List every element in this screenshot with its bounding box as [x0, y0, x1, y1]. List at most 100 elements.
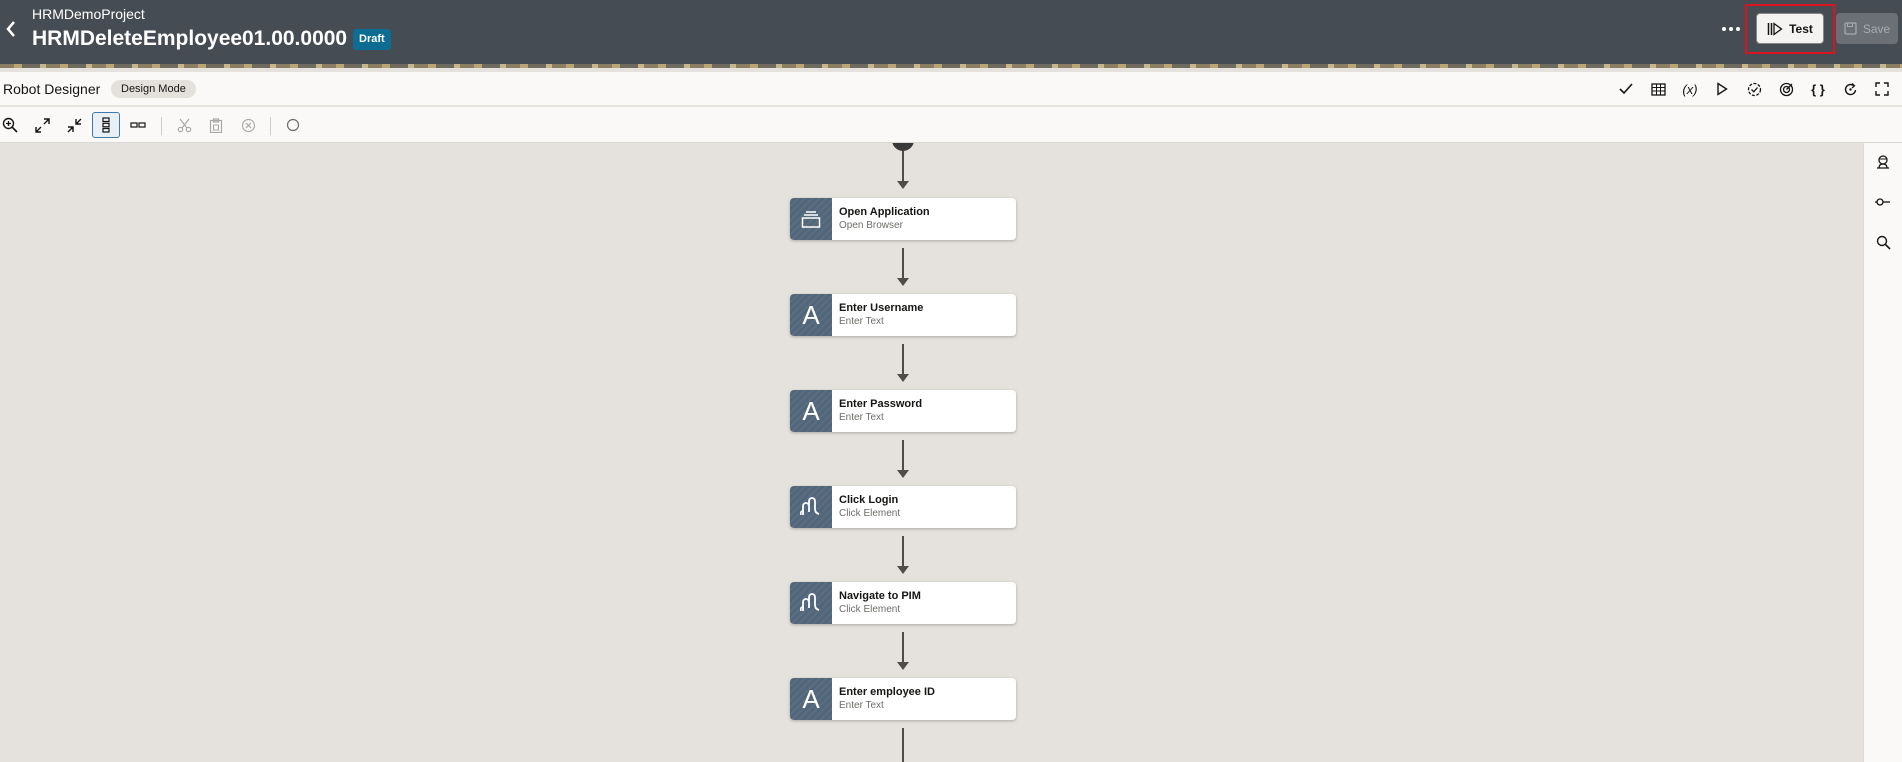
node-text: Enter employee ID Enter Text — [832, 678, 935, 720]
search-button[interactable] — [1871, 231, 1895, 253]
test-button[interactable]: Test — [1756, 13, 1824, 44]
more-actions-button[interactable] — [1718, 18, 1744, 40]
collapse-button[interactable] — [60, 112, 88, 138]
flow-arrow — [897, 470, 909, 478]
validate-icon — [1619, 83, 1633, 95]
node-subtitle: Enter Text — [839, 412, 884, 423]
reload-button[interactable] — [1838, 78, 1862, 100]
designer-tools: (x) { } — [1614, 78, 1894, 100]
delete-button[interactable] — [234, 112, 262, 138]
search-icon — [1876, 235, 1891, 250]
app-header: HRMDemoProject HRMDeleteEmployee 01.00.0… — [0, 0, 1902, 68]
target-button[interactable] — [1774, 78, 1798, 100]
node-subtitle: Click Element — [839, 508, 901, 519]
node-title: Enter Password — [839, 398, 923, 410]
paste-icon — [209, 117, 223, 133]
text-a-icon: A — [802, 299, 820, 330]
flow-node-enter-employee-id[interactable]: A Enter employee ID Enter Text — [790, 678, 1016, 720]
canvas-toolbar — [0, 107, 1902, 143]
test-button-label: Test — [1789, 21, 1813, 36]
table-icon — [1650, 82, 1666, 96]
text-a-icon: A — [802, 395, 820, 426]
node-icon-box: A — [790, 678, 832, 720]
flow-node-click-login[interactable]: Click Login Click Element — [790, 486, 1016, 528]
flow-node-navigate-to-pim[interactable]: Navigate to PIM Click Element — [790, 582, 1016, 624]
node-icon-box: A — [790, 390, 832, 432]
back-button[interactable] — [2, 16, 20, 42]
check-status-button[interactable] — [1742, 78, 1766, 100]
expand-button[interactable] — [28, 112, 56, 138]
mode-badge: Design Mode — [111, 80, 196, 98]
flow-arrow — [897, 181, 909, 189]
flow-arrow — [897, 662, 909, 670]
delete-icon — [241, 118, 255, 132]
cut-button[interactable] — [170, 112, 198, 138]
node-text: Enter Password Enter Text — [832, 390, 922, 432]
circle-icon — [286, 118, 300, 132]
connection-button[interactable] — [1871, 191, 1895, 213]
node-title: Navigate to PIM — [839, 590, 921, 602]
node-subtitle: Click Element — [839, 604, 901, 615]
right-side-panel — [1863, 143, 1902, 762]
start-node[interactable] — [892, 143, 914, 151]
toolbar-separator — [270, 117, 271, 135]
text-a-icon: A — [802, 683, 820, 714]
status-badge: Draft — [353, 29, 391, 50]
data-table-button[interactable] — [1646, 78, 1670, 100]
node-icon-box — [790, 198, 832, 240]
run-icon — [1717, 82, 1728, 96]
validate-button[interactable] — [1614, 78, 1638, 100]
node-title: Click Login — [839, 494, 899, 506]
flow-connector — [902, 536, 904, 568]
save-button[interactable]: Save — [1836, 13, 1898, 44]
reload-icon — [1844, 82, 1856, 95]
target-icon — [1779, 82, 1793, 96]
flow-node-enter-username[interactable]: A Enter Username Enter Text — [790, 294, 1016, 336]
cut-icon — [177, 118, 191, 132]
application-icon — [801, 211, 821, 228]
run-button[interactable] — [1710, 78, 1734, 100]
node-subtitle: Enter Text — [839, 316, 884, 327]
node-text: Click Login Click Element — [832, 486, 900, 528]
robot-version: 01.00.0000 — [242, 27, 348, 50]
flow-node-open-application[interactable]: Open Application Open Browser — [790, 198, 1016, 240]
node-title: Open Application — [839, 206, 930, 218]
expand-icon — [34, 117, 50, 133]
zoom-in-button[interactable] — [0, 112, 24, 138]
variables-icon: (x) — [1682, 81, 1698, 97]
add-node-button[interactable] — [279, 112, 307, 138]
horizontal-layout-button[interactable] — [124, 112, 152, 138]
chevron-left-icon — [6, 21, 15, 37]
flow-connector — [902, 248, 904, 280]
robot-name: HRMDeleteEmployee — [32, 27, 243, 50]
node-text: Navigate to PIM Click Element — [832, 582, 921, 624]
more-dot — [1729, 27, 1733, 31]
flow-connector — [902, 151, 904, 183]
flow-arrow — [897, 566, 909, 574]
project-name: HRMDemoProject — [32, 6, 145, 22]
collapse-icon — [67, 118, 81, 132]
click-hand-icon — [800, 497, 820, 516]
node-title: Enter employee ID — [839, 686, 935, 698]
connection-icon — [1875, 198, 1890, 206]
more-dot — [1722, 27, 1726, 31]
flow-connector — [902, 728, 904, 762]
test-run-icon — [1767, 21, 1783, 36]
node-subtitle: Enter Text — [839, 700, 884, 711]
zoom-in-icon — [2, 117, 18, 133]
paste-button[interactable] — [202, 112, 230, 138]
check-circle-icon — [1747, 82, 1761, 96]
json-button[interactable]: { } — [1806, 78, 1830, 100]
flow-node-enter-password[interactable]: A Enter Password Enter Text — [790, 390, 1016, 432]
flow-canvas[interactable]: Open Application Open Browser A Enter Us… — [0, 143, 1863, 762]
flow-connector — [902, 632, 904, 664]
node-subtitle: Open Browser — [839, 220, 903, 231]
horizontal-layout-icon — [130, 122, 146, 128]
variables-button[interactable]: (x) — [1678, 78, 1702, 100]
robot-agent-button[interactable] — [1871, 151, 1895, 173]
vertical-layout-button[interactable] — [92, 112, 120, 138]
flow-connector — [902, 440, 904, 472]
fullscreen-icon — [1875, 82, 1889, 96]
fullscreen-button[interactable] — [1870, 78, 1894, 100]
json-braces-icon: { } — [1811, 81, 1825, 97]
